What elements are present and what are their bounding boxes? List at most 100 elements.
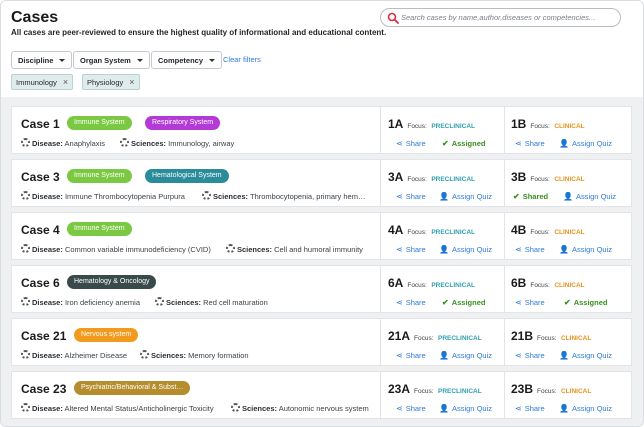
share-button[interactable]: ⋖ Share [396,245,426,254]
disease-line: Disease: Iron deficiency anemia [21,297,140,307]
chevron-down-icon [209,59,216,62]
gear-icon [21,403,30,412]
page-subtitle: All cases are peer-reviewed to ensure th… [11,28,387,37]
assign-quiz-button[interactable]: 👤 Assign Quiz [559,404,612,413]
divider [504,213,505,259]
case-title[interactable]: Case 1 [21,117,60,131]
gear-icon [21,350,30,359]
focus-value: CLINICAL [560,335,592,342]
organ-badge: Hematological System [145,169,229,183]
divider [380,213,381,259]
version-code[interactable]: 4B [511,223,526,237]
assign-quiz-label: Assign Quiz [451,192,492,201]
assign-quiz-button[interactable]: 👤 Assign Quiz [563,192,616,201]
case-title[interactable]: Case 3 [21,170,60,184]
divider [380,372,381,418]
share-label: Share [405,139,426,148]
sciences-label: Sciences: [151,351,187,360]
share-label: Share [405,351,426,360]
share-button[interactable]: ⋖ Share [396,351,426,360]
organ-system-filter[interactable]: Organ System [73,51,150,69]
share-button[interactable]: ⋖ Share [515,298,545,307]
disease-label: Disease: [32,298,63,307]
organ-badge: Hematology & Oncology [67,275,157,289]
share-button[interactable]: ⋖ Share [515,404,545,413]
search-input[interactable] [401,10,617,25]
share-button[interactable]: ⋖ Share [515,245,545,254]
share-button[interactable]: ⋖ Share [396,298,426,307]
discipline-filter[interactable]: Discipline [11,51,73,69]
sciences-line: Sciences: Memory formation [140,350,249,360]
assign-quiz-label: Assign Quiz [571,245,612,254]
case-title[interactable]: Case 23 [21,382,66,396]
divider [504,266,505,312]
version-code[interactable]: 6A [388,276,403,290]
close-icon[interactable]: × [129,77,134,87]
chevron-down-icon [59,59,66,62]
chevron-down-icon [136,59,143,62]
gear-icon [120,138,129,147]
gear-icon [226,244,235,253]
focus-value: PRECLINICAL [431,123,476,130]
assign-quiz-button[interactable]: 👤 Assign Quiz [439,351,492,360]
check-icon: ✔ [442,139,449,148]
version-code[interactable]: 1B [511,117,526,131]
case-title[interactable]: Case 6 [21,276,60,290]
sciences-line: Sciences: Red cell maturation [155,297,268,307]
share-label: Share [524,245,545,254]
version-a: 4A Focus: PRECLINICAL [388,221,475,239]
case-title[interactable]: Case 21 [21,329,66,343]
version-code[interactable]: 3B [511,170,526,184]
focus-label: Focus: [414,388,434,395]
version-code[interactable]: 21A [388,329,410,343]
version-code[interactable]: 21B [511,329,533,343]
divider [504,160,505,206]
share-button[interactable]: ⋖ Share [396,404,426,413]
assign-quiz-button[interactable]: 👤 Assign Quiz [439,245,492,254]
version-code[interactable]: 1A [388,117,403,131]
search-box[interactable] [380,8,621,27]
focus-value: PRECLINICAL [431,229,476,236]
share-button[interactable]: ⋖ Share [396,192,426,201]
page-title: Cases [11,9,59,26]
version-b: 1B Focus: CLINICAL [511,115,585,133]
sciences-line: Sciences: Immunology, airway [120,138,234,148]
gear-icon [21,191,30,200]
assign-quiz-label: Assign Quiz [451,404,492,413]
focus-label: Focus: [407,229,427,236]
status-label: Shared [522,192,549,201]
sciences-value: Immunology, airway [168,139,235,148]
assign-quiz-button[interactable]: 👤 Assign Quiz [439,192,492,201]
focus-label: Focus: [407,123,427,130]
assign-quiz-button[interactable]: 👤 Assign Quiz [559,139,612,148]
assign-quiz-button[interactable]: 👤 Assign Quiz [559,245,612,254]
competency-filter[interactable]: Competency [151,51,223,69]
focus-label: Focus: [537,388,557,395]
disease-value: Alzheimer Disease [64,351,128,360]
case-title[interactable]: Case 4 [21,223,60,237]
share-button[interactable]: ⋖ Share [396,139,426,148]
assign-quiz-button[interactable]: 👤 Assign Quiz [439,404,492,413]
clear-filters-link[interactable]: Clear filters [223,55,261,64]
assign-quiz-button[interactable]: 👤 Assign Quiz [559,351,612,360]
version-a: 1A Focus: PRECLINICAL [388,115,475,133]
share-icon: ⋖ [515,404,522,413]
version-code[interactable]: 3A [388,170,403,184]
version-code[interactable]: 23A [388,382,410,396]
version-a: 21A Focus: PRECLINICAL [388,327,482,345]
organ-badge: Immune System [67,116,132,130]
case-card: Case 21 Nervous system Disease: Alzheime… [11,318,632,366]
version-code[interactable]: 4A [388,223,403,237]
disease-line: Disease: Alzheimer Disease [21,350,127,360]
gear-icon [21,297,30,306]
share-button[interactable]: ⋖ Share [515,139,545,148]
focus-label: Focus: [530,229,550,236]
add-user-icon: 👤 [559,245,569,254]
version-code[interactable]: 6B [511,276,526,290]
share-label: Share [524,404,545,413]
version-code[interactable]: 23B [511,382,533,396]
focus-value: PRECLINICAL [437,335,482,342]
share-button[interactable]: ⋖ Share [515,351,545,360]
close-icon[interactable]: × [63,77,68,87]
disease-value: Immune Thrombocytopenia Purpura [64,192,185,201]
